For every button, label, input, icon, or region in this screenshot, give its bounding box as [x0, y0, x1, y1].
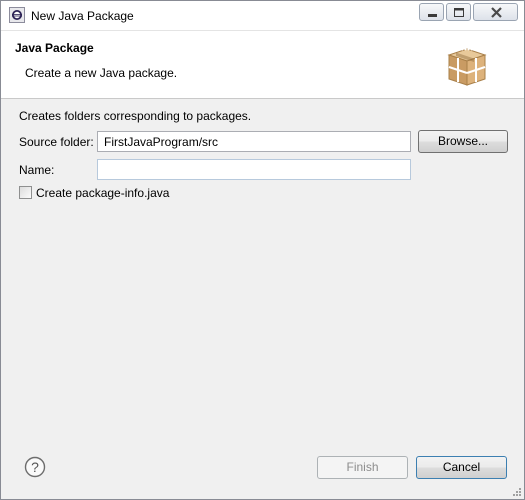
source-folder-label: Source folder:: [19, 135, 94, 149]
maximize-button[interactable]: [446, 3, 471, 21]
browse-button[interactable]: Browse...: [418, 130, 508, 153]
window-title: New Java Package: [31, 9, 134, 23]
name-label: Name:: [19, 163, 55, 177]
maximize-icon: [454, 8, 464, 17]
create-package-info-checkbox[interactable]: [19, 186, 32, 199]
wizard-title: Java Package: [15, 41, 94, 55]
package-name-input[interactable]: [97, 159, 411, 180]
wizard-intro-text: Creates folders corresponding to package…: [19, 109, 252, 123]
finish-button[interactable]: Finish: [317, 456, 408, 479]
close-icon: [491, 7, 502, 18]
create-package-info-label[interactable]: Create package-info.java: [36, 186, 169, 200]
source-folder-input[interactable]: [97, 131, 411, 152]
minimize-button[interactable]: [419, 3, 444, 21]
svg-text:?: ?: [31, 459, 39, 475]
close-button[interactable]: [473, 3, 518, 21]
resize-grip-icon[interactable]: [510, 485, 522, 497]
title-bar[interactable]: New Java Package: [1, 1, 524, 31]
cancel-button[interactable]: Cancel: [416, 456, 507, 479]
minimize-icon: [428, 14, 437, 17]
eclipse-icon: [9, 7, 25, 23]
help-icon[interactable]: ?: [24, 456, 46, 478]
wizard-banner: Java Package Create a new Java package.: [1, 31, 524, 99]
package-icon: [447, 45, 487, 86]
new-java-package-dialog: New Java Package Java Package Create a n…: [0, 0, 525, 500]
wizard-description: Create a new Java package.: [25, 66, 178, 80]
